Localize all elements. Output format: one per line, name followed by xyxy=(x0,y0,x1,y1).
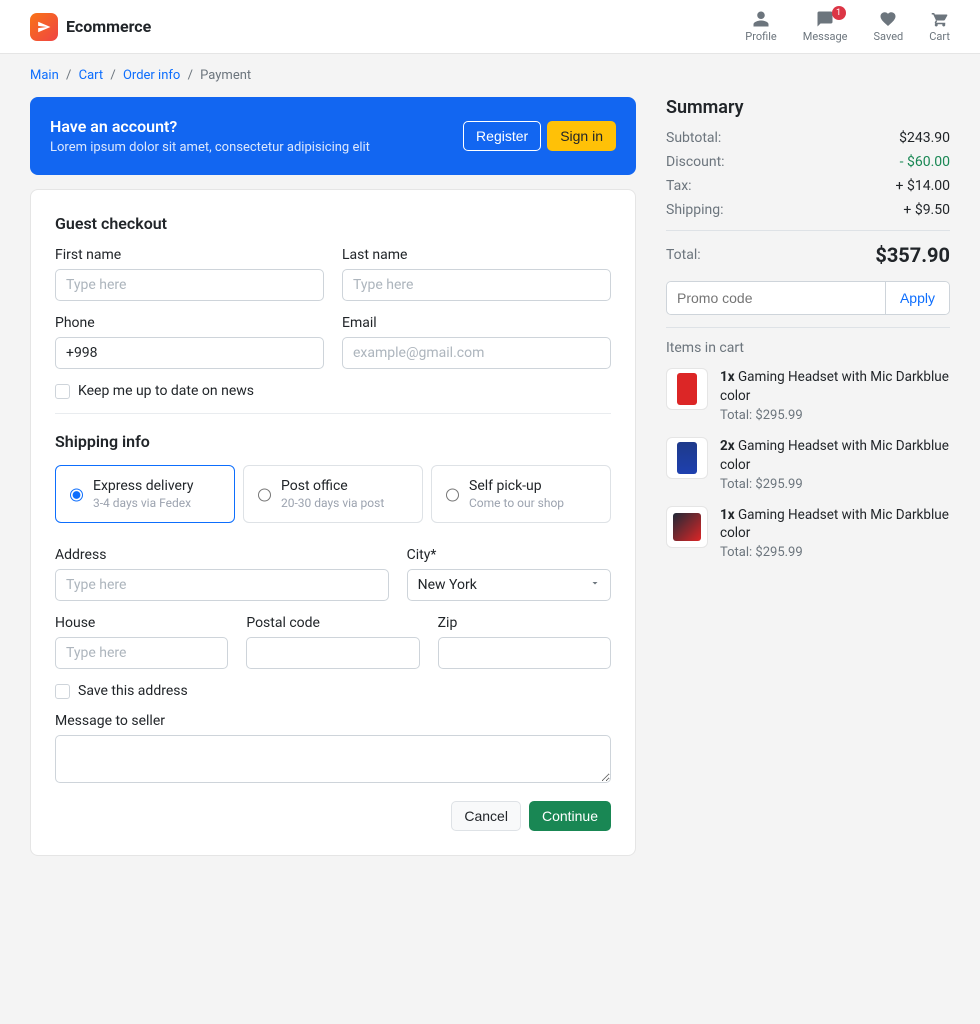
cart-item-total: Total: $295.99 xyxy=(720,545,950,560)
first-name-input[interactable] xyxy=(55,269,324,301)
cart-item-name: Gaming Headset with Mic Darkblue color xyxy=(720,438,949,473)
signin-button[interactable]: Sign in xyxy=(547,121,616,151)
cart-thumb-icon xyxy=(666,368,708,410)
guest-checkout-title: Guest checkout xyxy=(55,214,611,233)
cart-item-qty: 1x xyxy=(720,507,735,523)
keep-updated-label: Keep me up to date on news xyxy=(78,383,254,399)
discount-label: Discount: xyxy=(666,154,725,170)
brand-link[interactable]: Ecommerce xyxy=(30,13,151,41)
house-input[interactable] xyxy=(55,637,228,669)
nav-profile-label: Profile xyxy=(745,30,776,43)
breadcrumb-order[interactable]: Order info xyxy=(123,68,180,83)
summary-sidebar: Summary Subtotal: $243.90 Discount: - $60.… xyxy=(666,97,950,574)
email-input[interactable] xyxy=(342,337,611,369)
cart-item-qty: 1x xyxy=(720,369,735,385)
items-in-cart-title: Items in cart xyxy=(666,340,950,356)
checkout-card: Guest checkout First name Last name Phon… xyxy=(30,189,636,856)
ship-option-pickup[interactable]: Self pick-up Come to our shop xyxy=(431,465,611,523)
phone-label: Phone xyxy=(55,315,324,331)
nav-saved[interactable]: Saved xyxy=(874,10,904,43)
house-label: House xyxy=(55,615,228,631)
promo-input[interactable] xyxy=(667,282,885,314)
brand-text: Ecommerce xyxy=(66,17,151,36)
account-subtitle: Lorem ipsum dolor sit amet, consectetur … xyxy=(50,140,370,155)
ship-express-sub: 3-4 days via Fedex xyxy=(93,496,193,510)
nav-cart[interactable]: Cart xyxy=(929,10,950,43)
last-name-input[interactable] xyxy=(342,269,611,301)
cart-item-total: Total: $295.99 xyxy=(720,408,950,423)
total-value: $357.90 xyxy=(875,243,950,267)
cart-icon xyxy=(931,10,949,28)
header: Ecommerce Profile 1 Message Saved Cart xyxy=(0,0,980,54)
ship-radio-pickup[interactable] xyxy=(446,480,459,510)
zip-label: Zip xyxy=(438,615,611,631)
continue-button[interactable]: Continue xyxy=(529,801,611,831)
address-input[interactable] xyxy=(55,569,389,601)
cart-item-name: Gaming Headset with Mic Darkblue color xyxy=(720,369,949,404)
account-title: Have an account? xyxy=(50,117,370,136)
message-seller-input[interactable] xyxy=(55,735,611,783)
cart-item-name: Gaming Headset with Mic Darkblue color xyxy=(720,507,949,542)
address-label: Address xyxy=(55,547,389,563)
first-name-label: First name xyxy=(55,247,324,263)
user-icon xyxy=(752,10,770,28)
cart-thumb-icon xyxy=(666,506,708,548)
postal-label: Postal code xyxy=(246,615,419,631)
ship-radio-post[interactable] xyxy=(258,480,271,510)
phone-input[interactable] xyxy=(55,337,324,369)
nav-message-label: Message xyxy=(803,30,848,43)
summary-title: Summary xyxy=(666,97,950,118)
ship-pickup-title: Self pick-up xyxy=(469,478,564,494)
ship-pickup-sub: Come to our shop xyxy=(469,496,564,510)
brand-logo-icon xyxy=(30,13,58,41)
promo-group: Apply xyxy=(666,281,950,315)
ship-post-title: Post office xyxy=(281,478,384,494)
breadcrumb: Main / Cart / Order info / Payment xyxy=(30,54,950,97)
zip-input[interactable] xyxy=(438,637,611,669)
cancel-button[interactable]: Cancel xyxy=(451,801,521,831)
nav-saved-label: Saved xyxy=(874,30,904,43)
shipping-label: Shipping: xyxy=(666,202,724,218)
city-select[interactable]: New York xyxy=(407,569,611,601)
nav-profile[interactable]: Profile xyxy=(745,10,776,43)
ship-express-title: Express delivery xyxy=(93,478,193,494)
cart-item: 2x Gaming Headset with Mic Darkblue colo… xyxy=(666,437,950,492)
nav-message[interactable]: 1 Message xyxy=(803,10,848,43)
breadcrumb-cart[interactable]: Cart xyxy=(79,68,104,83)
cart-item-qty: 2x xyxy=(720,438,735,454)
save-address-checkbox[interactable] xyxy=(55,684,70,699)
keep-updated-checkbox[interactable] xyxy=(55,384,70,399)
apply-button[interactable]: Apply xyxy=(885,282,949,314)
cart-item: 1x Gaming Headset with Mic Darkblue colo… xyxy=(666,506,950,561)
cart-item: 1x Gaming Headset with Mic Darkblue colo… xyxy=(666,368,950,423)
cart-thumb-icon xyxy=(666,437,708,479)
email-label: Email xyxy=(342,315,611,331)
tax-value: + $14.00 xyxy=(896,178,950,194)
ship-post-sub: 20-30 days via post xyxy=(281,496,384,510)
cart-item-total: Total: $295.99 xyxy=(720,477,950,492)
ship-option-post[interactable]: Post office 20-30 days via post xyxy=(243,465,423,523)
register-button[interactable]: Register xyxy=(463,121,541,151)
discount-value: - $60.00 xyxy=(900,154,950,170)
total-label: Total: xyxy=(666,247,701,263)
ship-radio-express[interactable] xyxy=(70,480,83,510)
city-label: City* xyxy=(407,547,611,563)
subtotal-label: Subtotal: xyxy=(666,130,721,146)
heart-icon xyxy=(879,10,897,28)
postal-input[interactable] xyxy=(246,637,419,669)
message-seller-label: Message to seller xyxy=(55,713,611,729)
last-name-label: Last name xyxy=(342,247,611,263)
nav-cart-label: Cart xyxy=(929,30,950,43)
ship-option-express[interactable]: Express delivery 3-4 days via Fedex xyxy=(55,465,235,523)
header-nav: Profile 1 Message Saved Cart xyxy=(745,10,950,43)
shipping-title: Shipping info xyxy=(55,432,611,451)
breadcrumb-payment: Payment xyxy=(200,68,251,83)
subtotal-value: $243.90 xyxy=(899,130,950,146)
tax-label: Tax: xyxy=(666,178,692,194)
breadcrumb-main[interactable]: Main xyxy=(30,68,59,83)
message-badge: 1 xyxy=(832,6,846,20)
account-banner: Have an account? Lorem ipsum dolor sit a… xyxy=(30,97,636,175)
save-address-label: Save this address xyxy=(78,683,188,699)
shipping-value: + $9.50 xyxy=(903,202,950,218)
